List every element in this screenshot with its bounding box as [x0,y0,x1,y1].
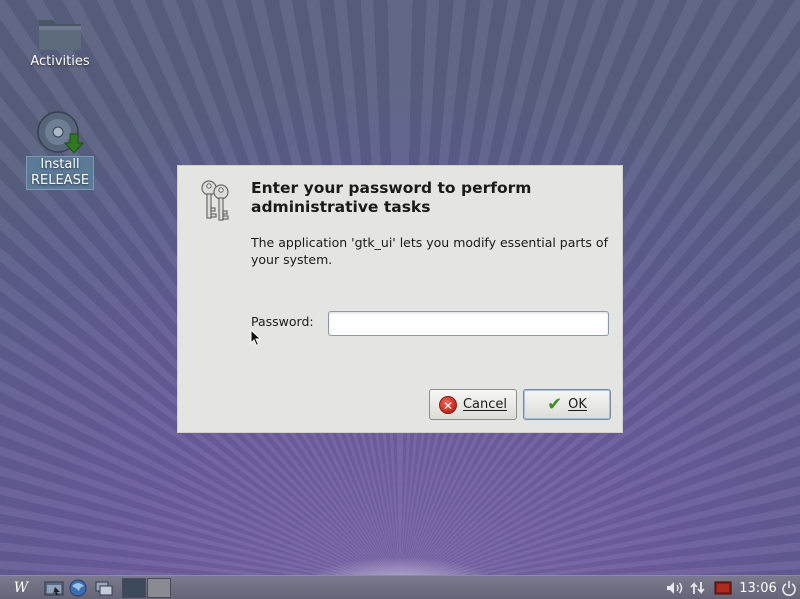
battery-tray-button[interactable] [712,578,734,598]
ok-button-label: OK [568,397,587,412]
workspace-1[interactable] [122,578,146,598]
dialog-message: The application 'gtk_ui' lets you modify… [251,235,608,267]
workspace-2[interactable] [147,578,171,598]
volume-icon [667,582,683,594]
cancel-button[interactable]: ✕ Cancel [429,389,517,420]
web-browser-icon [69,579,87,597]
desktop-icon-install-release[interactable]: Install RELEASE [26,110,94,190]
folder-icon [39,20,81,50]
desktop-icon-label: Install RELEASE [26,156,94,190]
network-tray-button[interactable] [688,578,708,598]
password-label: Password: [251,314,314,329]
window-switcher-launcher[interactable] [94,578,114,598]
mouse-pointer-icon [250,329,262,347]
checkmark-icon: ✔ [547,393,563,415]
power-icon [782,581,796,596]
taskbar: W 13:06 [0,575,800,599]
power-tray-button[interactable] [780,578,798,598]
ok-button[interactable]: ✔ OK [523,389,611,420]
window-switcher-icon [95,581,113,596]
password-input[interactable] [328,311,609,336]
file-manager-icon [44,581,64,596]
web-browser-launcher[interactable] [68,578,88,598]
network-icon [690,581,705,595]
password-dialog: Enter your password to perform administr… [177,165,623,433]
dialog-title: Enter your password to perform administr… [251,179,532,216]
volume-tray-button[interactable] [664,578,686,598]
disc-install-icon [37,111,84,154]
desktop-icon-label-line1: Install [40,157,80,172]
keys-icon [201,180,229,221]
battery-icon [714,581,732,595]
clock[interactable]: 13:06 [738,578,778,598]
cancel-button-label: Cancel [462,397,508,412]
desktop-icon-label-line2: RELEASE [30,173,90,188]
desktop-icon-label: Activities [30,54,90,69]
file-manager-launcher[interactable] [44,578,64,598]
cancel-icon: ✕ [438,395,457,414]
applications-menu-button[interactable]: W [10,578,32,598]
desktop-icon-activities[interactable]: Activities [28,12,92,70]
